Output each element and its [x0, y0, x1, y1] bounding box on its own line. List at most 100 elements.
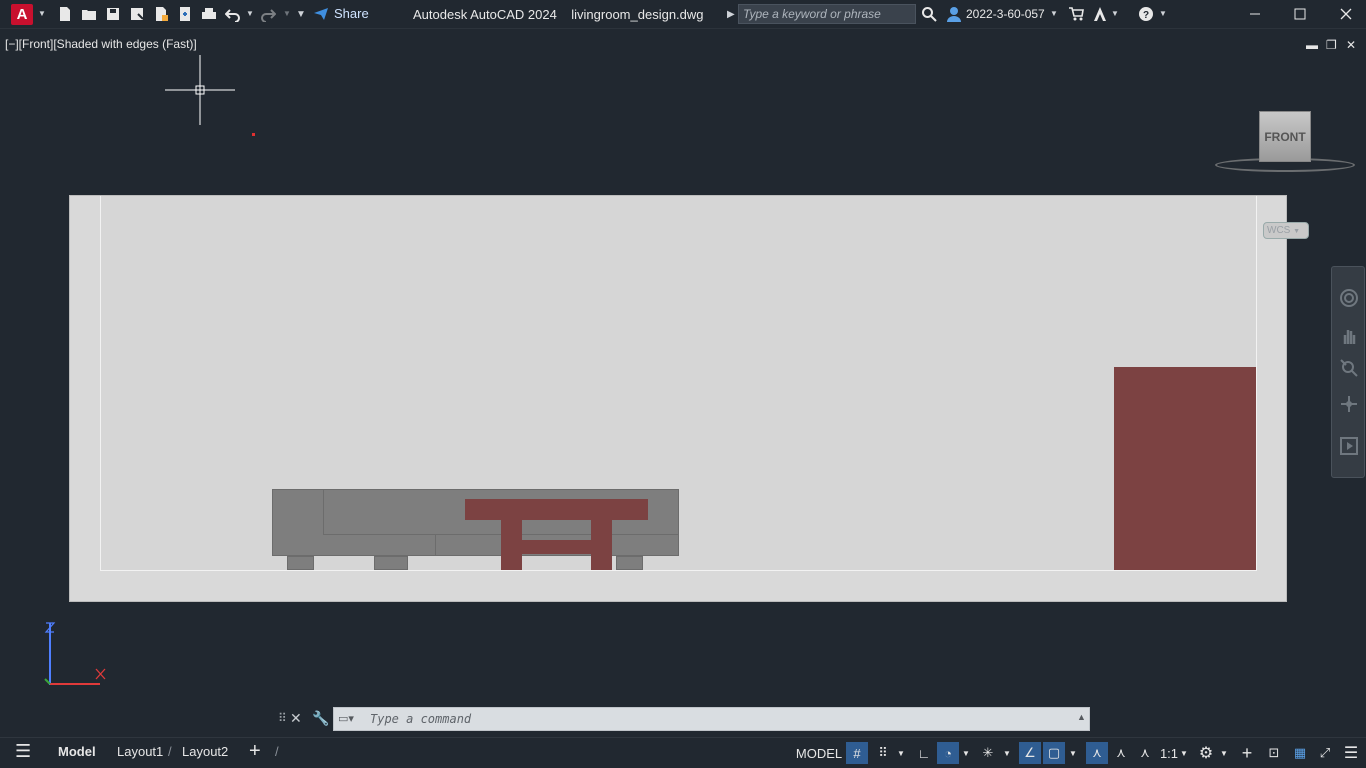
new-layout-plus-icon[interactable]: + [249, 740, 261, 763]
viewcube-face-label: FRONT [1264, 129, 1306, 144]
polar-tracking-icon[interactable]: ◔ [937, 742, 959, 764]
help-search-input[interactable]: Type a keyword or phrase [738, 4, 916, 24]
tab-layout2[interactable]: Layout2 [182, 744, 228, 759]
workspace-chevron-icon[interactable]: ▼ [1218, 742, 1230, 764]
annotation-scale-icon[interactable]: ⋏ [1134, 742, 1156, 764]
wcs-label: WCS [1267, 225, 1291, 236]
sofa-arm-line [323, 489, 324, 535]
redo-dropdown-chevron-icon[interactable]: ▼ [283, 9, 291, 18]
autocad-logo-button[interactable]: A [11, 4, 33, 25]
tab-separator: / [168, 744, 172, 759]
layout-menu-icon[interactable]: ☰ [15, 741, 31, 762]
coffee-table-leg [501, 520, 522, 570]
viewport-restore-icon[interactable]: ❐ [1326, 38, 1337, 52]
viewport-close-icon[interactable]: ✕ [1346, 38, 1356, 52]
workspace-gear-icon[interactable]: ⚙ [1195, 742, 1217, 764]
auto-scale-icon[interactable]: ⋏ [1110, 742, 1132, 764]
isometric-chevron-icon[interactable]: ▼ [1001, 742, 1013, 764]
app-menu-chevron-icon[interactable]: ▼ [38, 9, 46, 18]
object-snap-tracking-icon[interactable]: ∠ [1019, 742, 1041, 764]
maximize-window-button[interactable] [1285, 4, 1315, 24]
orbit-icon[interactable] [1340, 395, 1358, 413]
isometric-drafting-icon[interactable]: ✳ [977, 742, 999, 764]
showmotion-icon[interactable] [1340, 437, 1358, 455]
minimize-window-button[interactable] [1240, 4, 1270, 24]
command-prompt-icon[interactable]: ▭▾ [338, 712, 354, 725]
zoom-extents-icon[interactable] [1340, 359, 1358, 377]
share-label: Share [334, 6, 369, 21]
steering-wheel-icon[interactable] [1340, 289, 1358, 307]
title-bar: A ▼ ▼ ▼ ▼ Share Autodesk AutoCAD 2024 li… [0, 0, 1366, 29]
tab-model[interactable]: Model [58, 744, 96, 759]
coffee-table-leg [591, 520, 612, 570]
command-history-chevron-icon[interactable]: ▲ [1077, 712, 1086, 722]
snap-mode-icon[interactable]: ⠿ [872, 742, 894, 764]
save-icon[interactable] [104, 5, 122, 23]
save-to-web-icon[interactable] [176, 5, 194, 23]
coffee-table-top[interactable] [465, 499, 648, 520]
viewport-controls-label[interactable]: [−][Front][Shaded with edges (Fast)] [5, 37, 197, 51]
tab-separator: / [275, 744, 279, 759]
search-icon[interactable] [920, 5, 938, 23]
viewcube[interactable]: FRONT [1259, 111, 1311, 162]
user-menu-chevron-icon[interactable]: ▼ [1050, 9, 1058, 18]
close-window-button[interactable] [1331, 4, 1361, 24]
search-placeholder: Type a keyword or phrase [743, 7, 881, 21]
expand-search-arrow-icon[interactable]: ▶ [727, 9, 735, 20]
wcs-menu[interactable]: WCS ▼ [1263, 222, 1309, 239]
help-chevron-icon[interactable]: ▼ [1159, 9, 1167, 18]
customize-quick-access-chevron-icon[interactable]: ▼ [296, 9, 306, 20]
status-bar: ☰ Model Layout1 / Layout2 + / MODEL # ⠿ … [0, 737, 1366, 768]
model-space-button[interactable]: MODEL [796, 742, 842, 764]
shopping-cart-icon[interactable] [1067, 5, 1085, 23]
coffee-table-stretcher [522, 540, 591, 554]
polar-chevron-icon[interactable]: ▼ [960, 742, 972, 764]
grip-handle-icon[interactable]: ⠿ [278, 711, 287, 725]
sofa-leg [616, 556, 643, 570]
paper-plane-icon [314, 7, 328, 20]
object-snap-chevron-icon[interactable]: ▼ [1067, 742, 1079, 764]
viewport-minimize-icon[interactable]: ▬ [1306, 38, 1318, 52]
autocad-window: A ▼ ▼ ▼ ▼ Share Autodesk AutoCAD 2024 li… [0, 0, 1366, 768]
command-placeholder: Type a command [370, 712, 472, 726]
new-file-icon[interactable] [56, 5, 74, 23]
command-line-bar: ⠿ ✕ 🔧 Type a command ▭▾ ▲ [276, 707, 1090, 731]
clean-screen-icon[interactable]: ⤢ [1314, 742, 1336, 764]
annotation-scale-value[interactable]: 1:1 [1158, 742, 1180, 764]
user-name[interactable]: 2022-3-60-057 [966, 7, 1045, 21]
snap-chevron-icon[interactable]: ▼ [895, 742, 907, 764]
save-as-icon[interactable] [128, 5, 146, 23]
open-folder-icon[interactable] [80, 5, 98, 23]
object-snap-icon[interactable]: ▢ [1043, 742, 1065, 764]
quick-properties-icon[interactable]: ▦ [1289, 742, 1311, 764]
customization-menu-icon[interactable]: ☰ [1340, 742, 1362, 764]
scale-chevron-icon[interactable]: ▼ [1178, 742, 1190, 764]
autodesk-app-store-icon[interactable] [1091, 5, 1109, 23]
undo-dropdown-chevron-icon[interactable]: ▼ [246, 9, 254, 18]
open-from-web-icon[interactable] [152, 5, 170, 23]
command-input[interactable]: Type a command [333, 707, 1090, 731]
grid-display-icon[interactable]: # [846, 742, 868, 764]
wcs-chevron-icon: ▼ [1293, 228, 1301, 235]
sofa-leg [374, 556, 408, 570]
help-icon[interactable]: ? [1137, 5, 1155, 23]
annotation-monitor-plus-icon[interactable]: + [1236, 742, 1258, 764]
sofa-cushion-line [435, 534, 436, 556]
red-point-marker [252, 133, 255, 136]
pan-hand-icon[interactable] [1340, 327, 1358, 345]
navigation-bar [1331, 266, 1365, 478]
undo-icon[interactable] [224, 5, 242, 23]
app-store-chevron-icon[interactable]: ▼ [1111, 9, 1119, 18]
redo-icon[interactable] [259, 5, 277, 23]
ortho-mode-icon[interactable]: ∟ [913, 742, 935, 764]
user-account-icon[interactable] [945, 5, 963, 23]
tab-layout1[interactable]: Layout1 [117, 744, 163, 759]
plot-print-icon[interactable] [200, 5, 218, 23]
annotation-visibility-icon[interactable]: ⋏ [1086, 742, 1108, 764]
customize-wrench-icon[interactable]: 🔧 [312, 710, 329, 727]
share-button[interactable]: Share [313, 6, 369, 21]
units-icon[interactable]: ⊡ [1263, 742, 1285, 764]
cabinet-block[interactable] [1114, 367, 1256, 570]
close-command-line-icon[interactable]: ✕ [290, 710, 302, 727]
sofa-leg [287, 556, 314, 570]
